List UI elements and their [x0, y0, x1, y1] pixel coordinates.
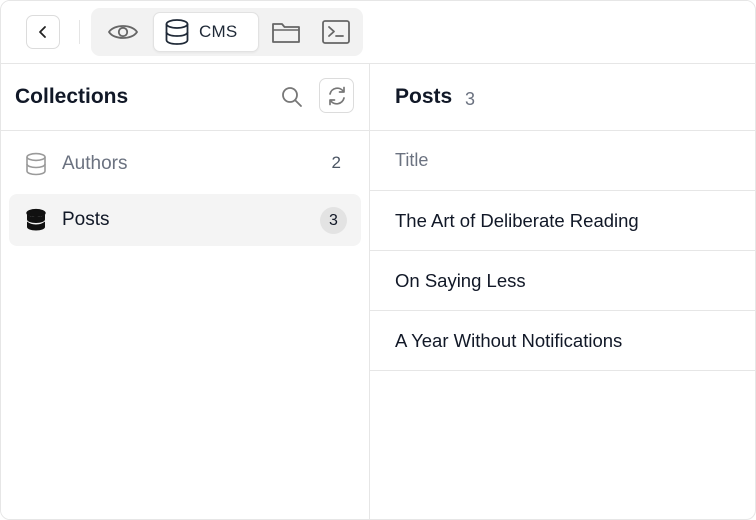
- collection-count-badge: 3: [320, 207, 347, 234]
- collections-sidebar: Collections Authors 2 Posts 3: [1, 64, 370, 519]
- chevron-left-icon: [39, 26, 46, 38]
- collection-item-authors[interactable]: Authors 2: [9, 138, 361, 190]
- row-title: On Saying Less: [395, 270, 526, 291]
- tab-cms[interactable]: CMS: [153, 12, 259, 52]
- collection-item-posts[interactable]: Posts 3: [9, 194, 361, 246]
- terminal-icon: [322, 20, 350, 44]
- tab-preview[interactable]: [97, 12, 149, 52]
- column-header-title[interactable]: Title: [370, 131, 755, 191]
- tab-cms-label: CMS: [199, 22, 238, 41]
- tab-terminal[interactable]: [313, 12, 359, 52]
- row-title: The Art of Deliberate Reading: [395, 210, 639, 231]
- row-title: A Year Without Notifications: [395, 330, 623, 351]
- sidebar-title: Collections: [15, 85, 129, 108]
- database-icon: [165, 19, 189, 45]
- column-header-label: Title: [395, 150, 429, 170]
- back-button[interactable]: [26, 15, 60, 49]
- page-title: Posts: [395, 85, 453, 108]
- top-toolbar: CMS: [1, 1, 755, 64]
- collection-label: Posts: [62, 209, 110, 230]
- app-window: CMS Collections Authors 2 Posts 3 Posts …: [0, 0, 756, 520]
- refresh-icon: [328, 86, 345, 105]
- toolbar-divider: [79, 20, 80, 44]
- search-icon[interactable]: [280, 85, 304, 109]
- sidebar-header: Collections: [1, 64, 369, 131]
- table-row[interactable]: On Saying Less: [370, 251, 755, 311]
- table-row[interactable]: A Year Without Notifications: [370, 311, 755, 371]
- tab-files[interactable]: [263, 12, 309, 52]
- database-icon: [26, 152, 46, 176]
- view-switcher: CMS: [91, 8, 363, 56]
- collection-content: Posts 3 Title The Art of Deliberate Read…: [370, 64, 755, 519]
- content-header: Posts 3: [370, 64, 755, 131]
- database-icon: [26, 208, 46, 231]
- collection-label: Authors: [62, 153, 128, 174]
- eye-icon: [108, 25, 138, 39]
- item-count: 3: [465, 89, 476, 109]
- refresh-button[interactable]: [319, 78, 354, 113]
- table-row[interactable]: The Art of Deliberate Reading: [370, 191, 755, 251]
- folder-icon: [272, 23, 300, 43]
- collection-count: 2: [331, 153, 341, 172]
